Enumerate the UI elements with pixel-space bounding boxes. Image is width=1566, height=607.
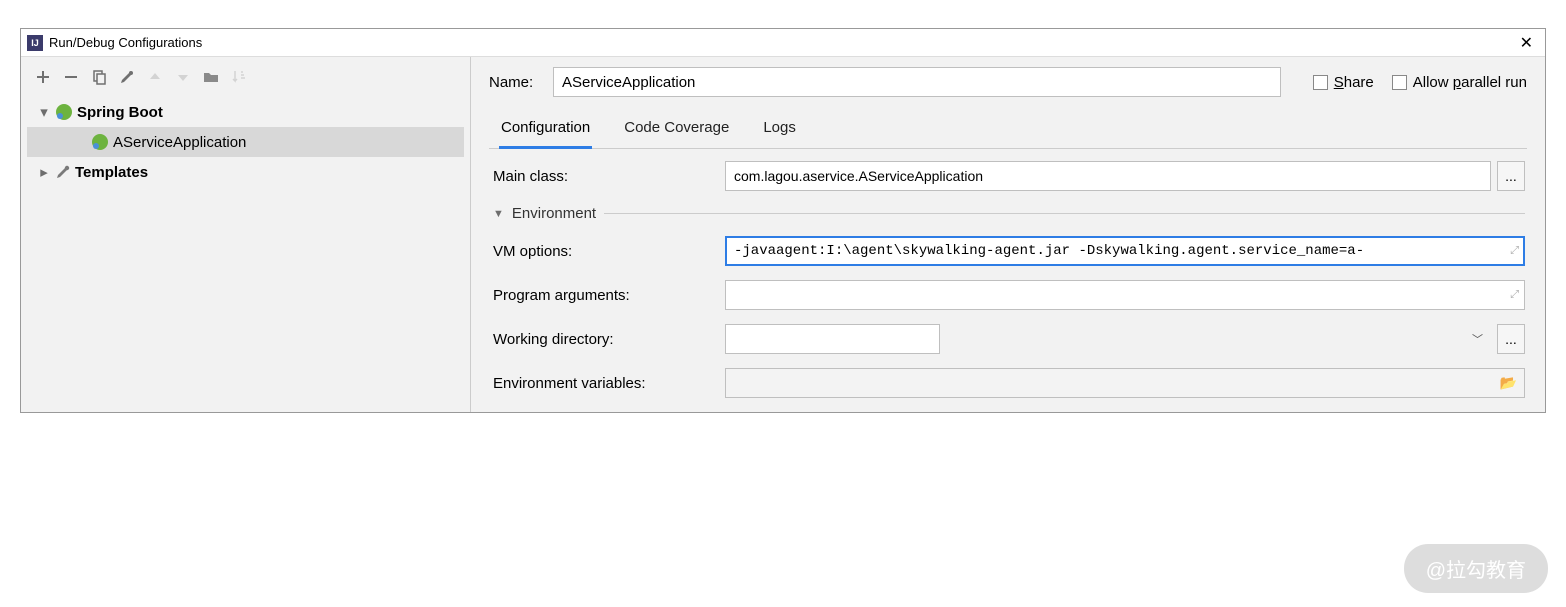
name-label: Name: bbox=[489, 74, 541, 91]
left-panel: ▾ Spring Boot AServiceApplication ▸ bbox=[21, 57, 471, 412]
tree-node-templates[interactable]: ▸ Templates bbox=[27, 157, 464, 187]
browse-main-class-button[interactable]: ... bbox=[1497, 161, 1525, 191]
titlebar: IJ Run/Debug Configurations ✕ bbox=[21, 29, 1545, 57]
run-debug-dialog: IJ Run/Debug Configurations ✕ ▾ bbox=[20, 28, 1546, 413]
vm-options-label: VM options: bbox=[491, 243, 715, 260]
name-input[interactable] bbox=[553, 67, 1281, 97]
copy-icon[interactable] bbox=[89, 67, 109, 87]
working-dir-label: Working directory: bbox=[491, 331, 715, 348]
chevron-down-icon[interactable]: ﹀ bbox=[1472, 331, 1483, 347]
tree-label: AServiceApplication bbox=[113, 134, 246, 151]
chevron-down-icon[interactable]: ▾ bbox=[37, 103, 51, 121]
remove-icon[interactable] bbox=[61, 67, 81, 87]
intellij-icon: IJ bbox=[27, 35, 43, 51]
main-class-input[interactable] bbox=[725, 161, 1491, 191]
share-checkbox[interactable]: Share bbox=[1313, 74, 1374, 91]
wrench-icon bbox=[55, 164, 71, 180]
close-icon[interactable]: ✕ bbox=[1514, 33, 1539, 53]
tabs: Configuration Code Coverage Logs bbox=[489, 111, 1527, 149]
tree-node-spring-boot[interactable]: ▾ Spring Boot bbox=[27, 97, 464, 127]
environment-section-header[interactable]: ▼ Environment bbox=[493, 205, 1525, 222]
window-title: Run/Debug Configurations bbox=[49, 35, 202, 50]
environment-label: Environment bbox=[512, 205, 596, 222]
watermark: @拉勾教育 bbox=[1404, 544, 1548, 593]
move-down-icon[interactable] bbox=[173, 67, 193, 87]
main-class-label: Main class: bbox=[491, 168, 715, 185]
working-dir-input[interactable] bbox=[725, 324, 940, 354]
vm-options-input[interactable] bbox=[725, 236, 1525, 266]
tab-logs[interactable]: Logs bbox=[761, 111, 798, 148]
checkbox-icon bbox=[1313, 75, 1328, 90]
tree-node-aservice[interactable]: AServiceApplication bbox=[27, 127, 464, 157]
tree-label: Spring Boot bbox=[77, 104, 163, 121]
program-args-label: Program arguments: bbox=[491, 287, 715, 304]
checkbox-icon bbox=[1392, 75, 1407, 90]
spring-boot-icon bbox=[91, 133, 109, 151]
add-icon[interactable] bbox=[33, 67, 53, 87]
tree-label: Templates bbox=[75, 164, 148, 181]
allow-parallel-checkbox[interactable]: Allow parallel run bbox=[1392, 74, 1527, 91]
right-panel: Name: Share Allow parallel run Configura… bbox=[471, 57, 1545, 412]
folder-icon[interactable] bbox=[201, 67, 221, 87]
config-toolbar bbox=[27, 65, 464, 97]
tab-configuration[interactable]: Configuration bbox=[499, 111, 592, 149]
program-args-input[interactable] bbox=[725, 280, 1525, 310]
spring-boot-icon bbox=[55, 103, 73, 121]
chevron-down-icon: ▼ bbox=[493, 208, 504, 220]
settings-icon[interactable] bbox=[117, 67, 137, 87]
tab-code-coverage[interactable]: Code Coverage bbox=[622, 111, 731, 148]
env-vars-input[interactable] bbox=[725, 368, 1525, 398]
config-tree: ▾ Spring Boot AServiceApplication ▸ bbox=[27, 97, 464, 187]
divider bbox=[604, 213, 1525, 214]
move-up-icon[interactable] bbox=[145, 67, 165, 87]
browse-working-dir-button[interactable]: ... bbox=[1497, 324, 1525, 354]
env-vars-label: Environment variables: bbox=[491, 375, 715, 392]
sort-icon[interactable] bbox=[229, 67, 249, 87]
config-form: Main class: ... ▼ Environment VM options… bbox=[489, 149, 1527, 398]
chevron-right-icon[interactable]: ▸ bbox=[37, 163, 51, 181]
